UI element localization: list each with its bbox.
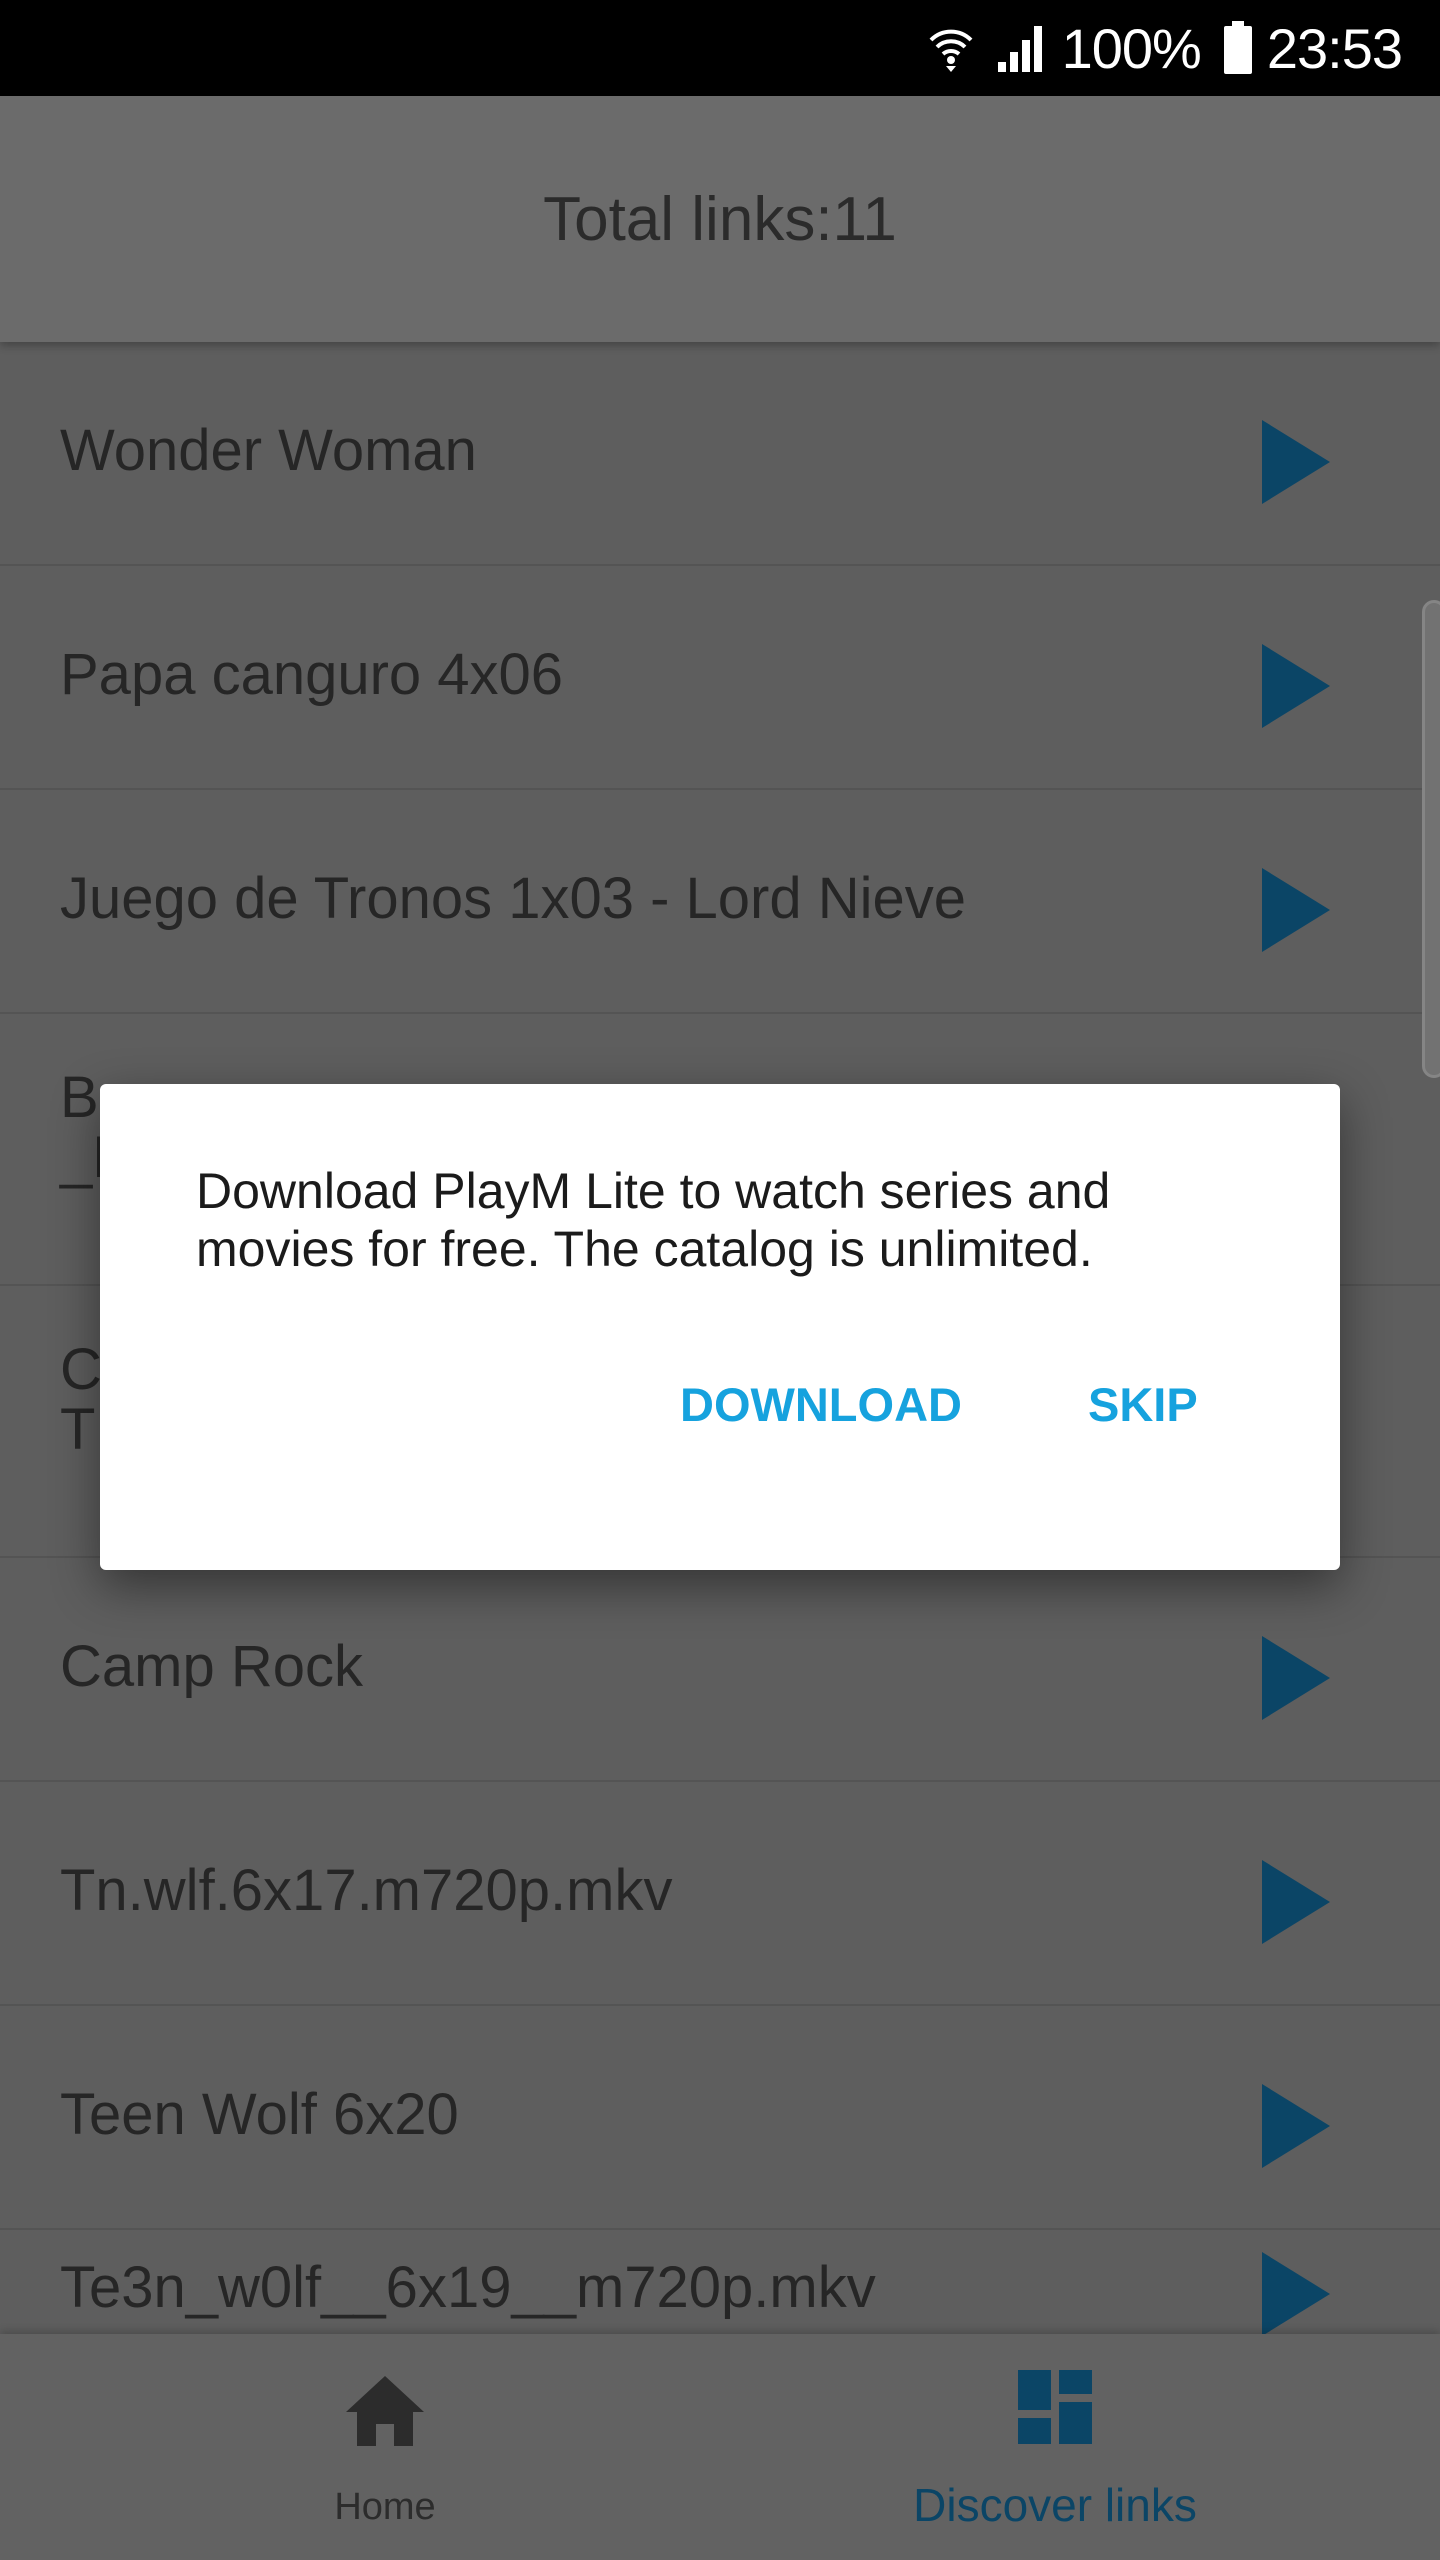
home-icon xyxy=(346,2376,424,2446)
list-item-title: Te3n_w0lf__6x19__m720p.mkv xyxy=(60,2255,876,2320)
dialog-message: Download PlayM Lite to watch series and … xyxy=(196,1163,1111,1277)
list-item[interactable]: Tn.wlf.6x17.m720p.mkv xyxy=(0,1782,1440,2006)
battery-percent: 100% xyxy=(1061,16,1202,80)
app-header: Total links:11 xyxy=(0,96,1440,342)
list-item-title: Teen Wolf 6x20 xyxy=(60,2082,459,2147)
nav-discover-label: Discover links xyxy=(913,2479,1197,2531)
status-bar: 100% 23:53 xyxy=(0,0,1440,96)
play-icon[interactable] xyxy=(1262,868,1330,952)
list-item[interactable]: Juego de Tronos 1x03 - Lord Nieve xyxy=(0,790,1440,1014)
list-item[interactable]: Teen Wolf 6x20 xyxy=(0,2006,1440,2230)
battery-icon xyxy=(1223,21,1253,75)
wifi-icon xyxy=(928,22,974,74)
download-button[interactable]: DOWNLOAD xyxy=(680,1364,962,1444)
list-item-title: Tn.wlf.6x17.m720p.mkv xyxy=(60,1858,673,1923)
play-icon[interactable] xyxy=(1262,2252,1330,2334)
play-icon[interactable] xyxy=(1262,644,1330,728)
list-item[interactable]: Te3n_w0lf__6x19__m720p.mkv xyxy=(0,2230,1440,2334)
nav-discover-links[interactable]: Discover links xyxy=(890,2334,1220,2560)
total-links-title: Total links:11 xyxy=(543,184,897,254)
list-item[interactable]: Papa canguro 4x06 xyxy=(0,566,1440,790)
status-time: 23:53 xyxy=(1266,16,1403,80)
list-item-title: Juego de Tronos 1x03 - Lord Nieve xyxy=(60,866,966,931)
play-icon[interactable] xyxy=(1262,1636,1330,1720)
edge-panel-handle[interactable] xyxy=(1422,600,1440,1078)
skip-button[interactable]: SKIP xyxy=(1088,1364,1198,1444)
list-item[interactable]: Wonder Woman xyxy=(0,342,1440,566)
list-item-title: Papa canguro 4x06 xyxy=(60,642,564,707)
bottom-navigation: Home Discover links xyxy=(0,2334,1440,2560)
list-item[interactable]: Camp Rock xyxy=(0,1558,1440,1782)
nav-home[interactable]: Home xyxy=(250,2334,520,2560)
download-dialog: Download PlayM Lite to watch series and … xyxy=(100,1084,1340,1570)
play-icon[interactable] xyxy=(1262,1860,1330,1944)
signal-icon xyxy=(996,22,1048,74)
list-item-title: Camp Rock xyxy=(60,1634,363,1699)
play-icon[interactable] xyxy=(1262,2084,1330,2168)
play-icon[interactable] xyxy=(1262,420,1330,504)
dashboard-icon xyxy=(1018,2370,1092,2444)
nav-home-label: Home xyxy=(334,2486,436,2528)
app-screen: 100% 23:53 Total links:11 Wonder Woman P… xyxy=(0,0,1440,2560)
list-item-title: Wonder Woman xyxy=(60,418,477,483)
